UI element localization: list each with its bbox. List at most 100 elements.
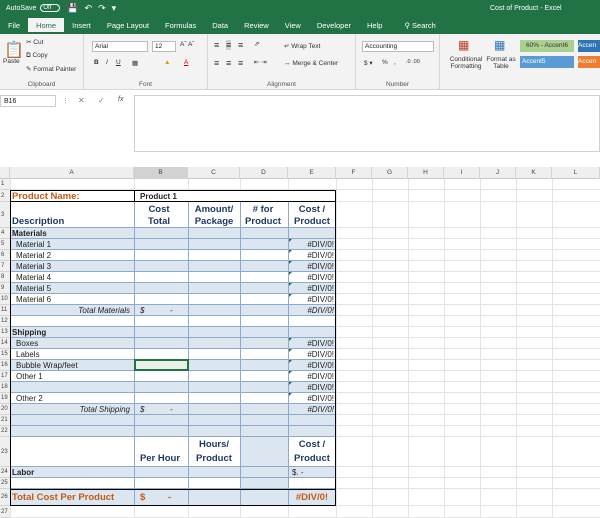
row-header[interactable]: 15 — [0, 349, 10, 360]
row-header[interactable]: 9 — [0, 283, 10, 294]
row-header[interactable]: 10 — [0, 294, 10, 305]
row-header[interactable]: 17 — [0, 371, 10, 382]
material-item[interactable]: Material 3 — [16, 262, 51, 271]
orientation-icon[interactable]: ⇗ — [254, 40, 259, 48]
wrap-text-button[interactable]: ↵ Wrap Text — [284, 42, 320, 50]
grow-font-icon[interactable]: Aˆ Aˇ — [180, 41, 194, 48]
row-header[interactable]: 13 — [0, 327, 10, 338]
font-size-select[interactable]: 12 — [152, 41, 176, 52]
format-painter-button[interactable]: ✎ Format Painter — [26, 65, 76, 73]
indent-icon[interactable]: ⇤ ⇥ — [254, 58, 267, 66]
tab-help[interactable]: Help — [359, 18, 390, 34]
col-header-b[interactable]: B — [134, 167, 188, 179]
row-header[interactable]: 7 — [0, 261, 10, 272]
col-header-d[interactable]: D — [240, 167, 288, 179]
total-materials-div[interactable]: #DIV/0! — [288, 306, 334, 315]
row-header[interactable]: 14 — [0, 338, 10, 349]
style-accent-b[interactable]: Accen — [578, 56, 600, 68]
div-error[interactable]: #DIV/0! — [288, 273, 334, 282]
col-header-g[interactable]: G — [372, 167, 408, 179]
format-as-table-icon[interactable]: ▦ — [494, 38, 505, 52]
row-header[interactable]: 23 — [0, 437, 10, 467]
tab-view[interactable]: View — [277, 18, 309, 34]
div-error[interactable]: #DIV/0! — [288, 262, 334, 271]
undo-icon[interactable]: ↶ — [85, 3, 93, 14]
row-header[interactable]: 12 — [0, 316, 10, 327]
tab-formulas[interactable]: Formulas — [157, 18, 204, 34]
div-error[interactable]: #DIV/0! — [288, 251, 334, 260]
material-item[interactable]: Material 6 — [16, 295, 51, 304]
row-header[interactable]: 21 — [0, 415, 10, 426]
col-header-c[interactable]: C — [188, 167, 240, 179]
div-error[interactable]: #DIV/0! — [288, 339, 334, 348]
tab-data[interactable]: Data — [204, 18, 236, 34]
paste-button[interactable]: Paste — [3, 58, 20, 65]
font-color-icon[interactable]: A — [184, 59, 188, 66]
total-shipping-div[interactable]: #DIV/0! — [288, 405, 334, 414]
row-header[interactable]: 8 — [0, 272, 10, 283]
save-icon[interactable]: 💾 — [67, 3, 78, 14]
row-header[interactable]: 11 — [0, 305, 10, 316]
product-name-value[interactable]: Product 1 — [140, 192, 177, 201]
tab-home[interactable]: Home — [28, 18, 65, 34]
total-cost-div[interactable]: #DIV/0! — [288, 492, 336, 503]
div-error[interactable]: #DIV/0! — [288, 383, 334, 392]
merge-center-button[interactable]: ↔ Merge & Center — [284, 60, 338, 67]
name-box[interactable]: B16 — [0, 95, 56, 107]
align-top-icon[interactable]: ≡ — [214, 40, 219, 50]
labor-cost-value[interactable]: $. - — [292, 468, 304, 477]
format-as-table-button[interactable]: Format as Table — [484, 56, 518, 70]
select-all-corner[interactable] — [0, 167, 10, 179]
material-item[interactable]: Material 5 — [16, 284, 51, 293]
tab-file[interactable]: File — [0, 18, 28, 34]
col-header-f[interactable]: F — [336, 167, 372, 179]
row-header[interactable]: 6 — [0, 250, 10, 261]
row-header[interactable]: 5 — [0, 239, 10, 250]
col-header-h[interactable]: H — [408, 167, 444, 179]
redo-icon[interactable]: ↷ — [98, 3, 106, 14]
row-header[interactable]: 27 — [0, 506, 10, 518]
bold-icon[interactable]: B — [94, 59, 99, 66]
formula-menu-icon[interactable]: ⋮ — [62, 97, 69, 105]
shipping-item[interactable]: Bubble Wrap/feet — [16, 361, 78, 370]
div-error[interactable]: #DIV/0! — [288, 394, 334, 403]
row-header[interactable]: 20 — [0, 404, 10, 415]
align-left-icon[interactable]: ≡ — [214, 58, 219, 68]
copy-button[interactable]: ⧉ Copy — [26, 52, 48, 60]
div-error[interactable]: #DIV/0! — [288, 372, 334, 381]
tab-insert[interactable]: Insert — [64, 18, 99, 34]
col-header-i[interactable]: I — [444, 167, 480, 179]
style-accent6[interactable]: 60% - Accent6 — [520, 40, 574, 52]
col-header-k[interactable]: K — [516, 167, 552, 179]
material-item[interactable]: Material 4 — [16, 273, 51, 282]
row-header[interactable]: 24 — [0, 467, 10, 478]
style-accent5[interactable]: Accent5 — [520, 56, 574, 68]
conditional-formatting-icon[interactable]: ▦ — [458, 38, 469, 52]
shipping-item[interactable]: Other 2 — [16, 394, 43, 403]
material-item[interactable]: Material 1 — [16, 240, 51, 249]
row-header[interactable]: 1 — [0, 179, 10, 190]
col-header-e[interactable]: E — [288, 167, 336, 179]
tab-developer[interactable]: Developer — [309, 18, 359, 34]
currency-icon[interactable]: $ ▾ — [364, 59, 373, 67]
row-header[interactable]: 4 — [0, 228, 10, 239]
div-error[interactable]: #DIV/0! — [288, 240, 334, 249]
row-header[interactable]: 2 — [0, 190, 10, 202]
conditional-formatting-button[interactable]: Conditional Formatting — [444, 56, 488, 70]
div-error[interactable]: #DIV/0! — [288, 361, 334, 370]
underline-icon[interactable]: U — [116, 59, 121, 66]
material-item[interactable]: Material 2 — [16, 251, 51, 260]
row-header[interactable]: 25 — [0, 478, 10, 489]
formula-input[interactable] — [134, 95, 600, 152]
align-middle-icon[interactable]: ≡ — [226, 40, 232, 50]
enter-icon[interactable]: ✓ — [98, 96, 105, 105]
tab-review[interactable]: Review — [236, 18, 277, 34]
paste-icon[interactable]: 📋 — [4, 40, 24, 60]
row-header[interactable]: 3 — [0, 202, 10, 228]
worksheet-grid[interactable]: A B C D E F G H I J K L 1 2 3 4 5 6 7 8 9 10 11 12 1… — [0, 167, 600, 518]
row-header[interactable]: 16 — [0, 360, 10, 371]
shipping-item[interactable]: Labels — [16, 350, 40, 359]
align-right-icon[interactable]: ≡ — [238, 58, 243, 68]
fill-color-icon[interactable]: ▲ — [164, 59, 170, 66]
percent-icon[interactable]: % — [382, 59, 388, 66]
